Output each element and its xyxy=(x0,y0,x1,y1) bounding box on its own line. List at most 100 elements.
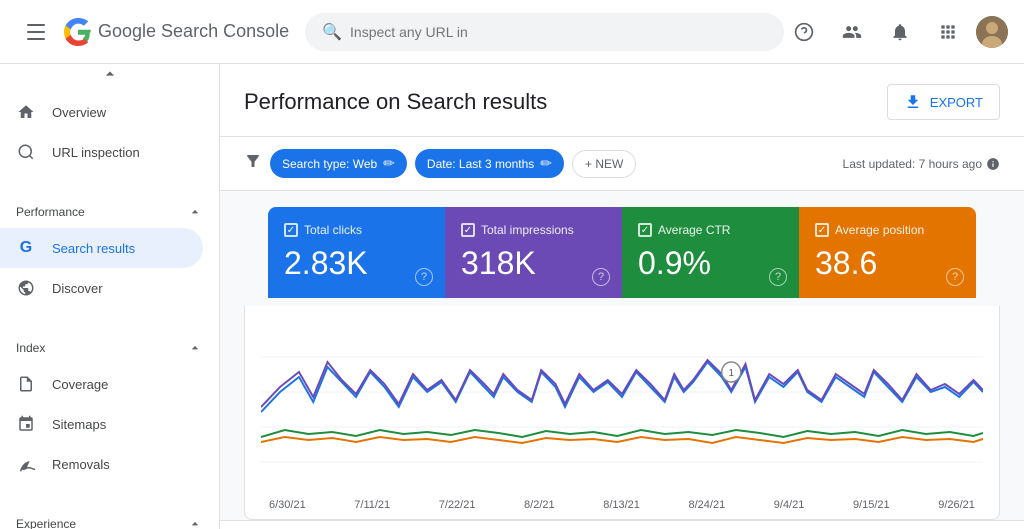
sidebar-index-header[interactable]: Index xyxy=(0,332,219,364)
page-title: Performance on Search results xyxy=(244,89,547,115)
total-clicks-label: Total clicks xyxy=(284,223,429,237)
average-ctr-label: Average CTR xyxy=(638,223,783,237)
main-area: Overview URL inspection Performance G xyxy=(0,64,1024,529)
home-icon xyxy=(16,102,36,122)
tab-countries[interactable]: COUNTRIES xyxy=(425,521,540,529)
user-avatar-icon xyxy=(976,16,1008,48)
metric-total-clicks: Total clicks 2.83K ? xyxy=(268,207,445,298)
sidebar-removals-label: Removals xyxy=(52,457,110,472)
tab-dates[interactable]: DATES xyxy=(823,521,905,529)
app-logo: Google Search Console xyxy=(64,18,289,46)
average-position-value: 38.6 xyxy=(815,245,960,282)
new-filter-button[interactable]: + NEW xyxy=(572,150,636,178)
performance-section-label: Performance xyxy=(16,205,85,219)
discover-icon xyxy=(16,278,36,298)
x-label-1: 7/11/21 xyxy=(354,499,390,511)
export-button[interactable]: EXPORT xyxy=(887,84,1000,120)
url-inspection-icon xyxy=(16,142,36,162)
sidebar-overview-label: Overview xyxy=(52,105,106,120)
experience-collapse-icon xyxy=(187,516,203,529)
sidebar-coverage-label: Coverage xyxy=(52,377,108,392)
average-position-checkbox[interactable] xyxy=(815,223,829,237)
sidebar-overview-section: Overview URL inspection xyxy=(0,84,219,180)
sidebar-index-section: Index Coverage Sitemaps xyxy=(0,324,219,492)
total-clicks-help-icon[interactable]: ? xyxy=(415,268,433,286)
sidebar-discover-label: Discover xyxy=(52,281,103,296)
total-impressions-value: 318K xyxy=(461,245,606,282)
export-icon xyxy=(904,93,922,111)
sidebar-item-removals[interactable]: Removals xyxy=(0,444,203,484)
metrics-row: Total clicks 2.83K ? Total impressions 3… xyxy=(244,191,1000,306)
total-clicks-checkbox[interactable] xyxy=(284,223,298,237)
topbar: Google Search Console 🔍 xyxy=(0,0,1024,64)
x-label-6: 9/4/21 xyxy=(774,499,805,511)
sidebar-performance-header[interactable]: Performance xyxy=(0,196,219,228)
tab-devices[interactable]: DEVICES xyxy=(540,521,636,529)
url-search-bar[interactable]: 🔍 xyxy=(305,13,784,51)
x-label-3: 8/2/21 xyxy=(524,499,555,511)
date-edit-icon: ✏ xyxy=(540,155,552,172)
sidebar-item-url-inspection[interactable]: URL inspection xyxy=(0,132,203,172)
filter-bar: Search type: Web ✏ Date: Last 3 months ✏… xyxy=(220,137,1024,191)
x-label-8: 9/26/21 xyxy=(938,499,975,511)
sidebar-experience-header[interactable]: Experience xyxy=(0,508,219,529)
menu-icon[interactable] xyxy=(16,12,56,52)
x-label-5: 8/24/21 xyxy=(688,499,725,511)
sidebar-sitemaps-label: Sitemaps xyxy=(52,417,106,432)
metric-average-position: Average position 38.6 ? xyxy=(799,207,976,298)
sidebar-experience-section: Experience Page Experience Core Web Vita… xyxy=(0,500,219,529)
main-content: Performance on Search results EXPORT Sea… xyxy=(220,64,1024,529)
metric-total-impressions: Total impressions 318K ? xyxy=(445,207,622,298)
help-icon[interactable] xyxy=(784,12,824,52)
app-container: Google Search Console 🔍 xyxy=(0,0,1024,529)
date-filter[interactable]: Date: Last 3 months ✏ xyxy=(415,149,564,178)
topbar-actions xyxy=(784,12,1008,52)
metrics-chart-section: Total clicks 2.83K ? Total impressions 3… xyxy=(220,191,1024,520)
index-section-label: Index xyxy=(16,341,45,355)
x-label-4: 8/13/21 xyxy=(603,499,640,511)
x-label-7: 9/15/21 xyxy=(853,499,890,511)
x-label-0: 6/30/21 xyxy=(269,499,306,511)
sidebar-item-search-results[interactable]: G Search results xyxy=(0,228,203,268)
total-clicks-value: 2.83K xyxy=(284,245,429,282)
last-updated: Last updated: 7 hours ago xyxy=(843,157,1000,171)
average-ctr-help-icon[interactable]: ? xyxy=(769,268,787,286)
notifications-icon[interactable] xyxy=(880,12,920,52)
coverage-icon xyxy=(16,374,36,394)
tab-pages[interactable]: PAGES xyxy=(342,521,426,529)
apps-icon[interactable] xyxy=(928,12,968,52)
removals-icon xyxy=(16,454,36,474)
search-input[interactable] xyxy=(350,24,767,40)
total-impressions-help-icon[interactable]: ? xyxy=(592,268,610,286)
svg-text:1: 1 xyxy=(729,368,734,379)
sidebar-performance-section: Performance G Search results Discover xyxy=(0,188,219,316)
bottom-tabs: QUERIES PAGES COUNTRIES DEVICES SEARCH A… xyxy=(220,520,1024,529)
sitemaps-icon xyxy=(16,414,36,434)
chart-container: 1 6/30/21 7/11/21 7/22/21 8/2/21 8/13/21… xyxy=(244,306,1000,520)
export-label: EXPORT xyxy=(930,95,983,110)
info-icon xyxy=(986,157,1000,171)
sidebar-item-overview[interactable]: Overview xyxy=(0,92,203,132)
new-label: + NEW xyxy=(585,157,623,171)
sidebar-search-results-label: Search results xyxy=(52,241,135,256)
avatar[interactable] xyxy=(976,16,1008,48)
performance-collapse-icon xyxy=(187,204,203,220)
average-position-help-icon[interactable]: ? xyxy=(946,268,964,286)
sidebar-item-discover[interactable]: Discover xyxy=(0,268,203,308)
sidebar-scroll-up[interactable] xyxy=(0,64,219,84)
average-position-label: Average position xyxy=(815,223,960,237)
total-impressions-label: Total impressions xyxy=(461,223,606,237)
tab-queries[interactable]: QUERIES xyxy=(244,521,342,529)
total-impressions-checkbox[interactable] xyxy=(461,223,475,237)
average-ctr-checkbox[interactable] xyxy=(638,223,652,237)
search-type-filter[interactable]: Search type: Web ✏ xyxy=(270,149,407,178)
manage-accounts-icon[interactable] xyxy=(832,12,872,52)
sidebar-url-inspection-label: URL inspection xyxy=(52,145,140,160)
tab-search-appearance[interactable]: SEARCH APPEARANCE xyxy=(637,521,823,529)
performance-chart: 1 xyxy=(261,322,983,492)
sidebar-item-coverage[interactable]: Coverage xyxy=(0,364,203,404)
sidebar: Overview URL inspection Performance G xyxy=(0,64,220,529)
sidebar-item-sitemaps[interactable]: Sitemaps xyxy=(0,404,203,444)
filter-icon[interactable] xyxy=(244,152,262,175)
date-label: Date: Last 3 months xyxy=(427,157,534,171)
